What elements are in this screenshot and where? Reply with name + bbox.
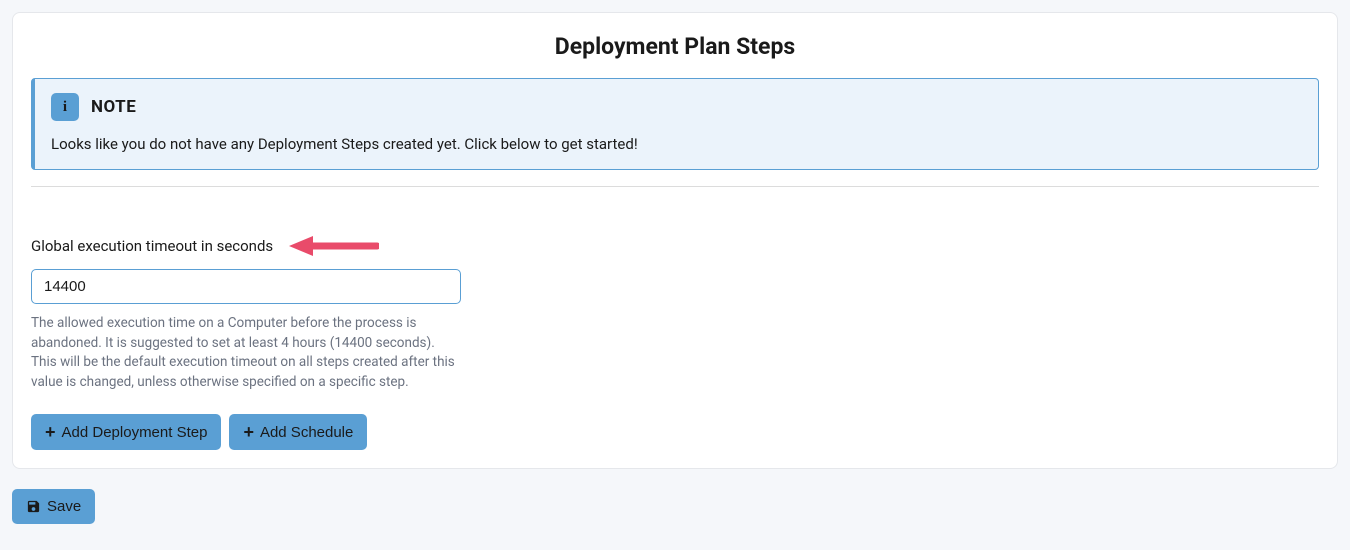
timeout-help-text: The allowed execution time on a Computer… [31,314,461,392]
timeout-label: Global execution timeout in seconds [31,237,273,255]
add-schedule-label: Add Schedule [260,424,353,441]
add-deployment-step-button[interactable]: + Add Deployment Step [31,414,221,450]
save-row: Save [12,489,1338,524]
note-box: i NOTE Looks like you do not have any De… [31,78,1319,170]
note-body: Looks like you do not have any Deploymen… [51,135,1302,153]
timeout-input[interactable] [31,269,461,304]
save-label: Save [47,498,81,515]
deployment-steps-panel: Deployment Plan Steps i NOTE Looks like … [12,12,1338,469]
plus-icon: + [45,423,56,441]
info-icon: i [51,93,79,121]
divider [31,186,1319,187]
save-icon [26,499,41,514]
panel-title: Deployment Plan Steps [31,33,1319,60]
timeout-label-row: Global execution timeout in seconds [31,235,1319,257]
add-schedule-button[interactable]: + Add Schedule [229,414,367,450]
note-title: NOTE [91,97,136,117]
add-step-label: Add Deployment Step [62,424,208,441]
arrow-left-icon [287,235,379,257]
plus-icon: + [243,423,254,441]
save-button[interactable]: Save [12,489,95,524]
note-header: i NOTE [51,93,1302,121]
action-button-row: + Add Deployment Step + Add Schedule [31,414,1319,450]
